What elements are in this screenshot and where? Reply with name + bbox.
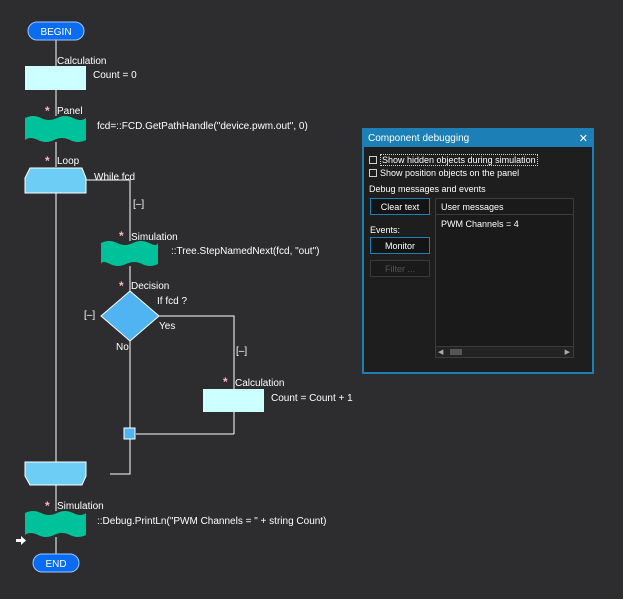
loop-block[interactable]: * Loop While fcd [–]: [24, 154, 144, 210]
debug-title: Component debugging: [368, 133, 470, 144]
sim1-title: Simulation: [131, 232, 178, 243]
filter-button[interactable]: Filter ...: [370, 260, 430, 277]
decision-title: Decision: [131, 281, 169, 292]
show-position-label: Show position objects on the panel: [380, 168, 520, 178]
sim2-code: ::Debug.PrintLn("PWM Channels = " + stri…: [97, 516, 326, 527]
calculation-block-1[interactable]: Calculation Count = 0: [25, 56, 137, 90]
monitor-button[interactable]: Monitor: [370, 237, 430, 254]
end-label: END: [45, 559, 66, 570]
begin-label: BEGIN: [40, 27, 71, 38]
panel-code: fcd=::FCD.GetPathHandle("device.pwm.out"…: [97, 121, 308, 132]
panel-block[interactable]: * Panel fcd=::FCD.GetPathHandle("device.…: [25, 104, 308, 142]
end-terminal[interactable]: END: [32, 553, 80, 573]
sim2-title: Simulation: [57, 501, 104, 512]
panel-title: Panel: [57, 106, 83, 117]
calc2-code: Count = Count + 1: [271, 393, 353, 404]
show-hidden-checkbox[interactable]: [369, 156, 377, 164]
execution-pointer-icon: [16, 536, 26, 545]
calc2-title: Calculation: [235, 378, 284, 389]
debug-titlebar[interactable]: Component debugging ✕: [364, 130, 592, 147]
events-label: Events:: [370, 225, 401, 235]
close-icon[interactable]: ✕: [579, 132, 588, 145]
calc1-code: Count = 0: [93, 70, 137, 81]
component-debugging-panel: Component debugging ✕ Show hidden object…: [362, 128, 594, 374]
loop-code: While fcd: [94, 172, 135, 183]
decision-star-icon: *: [119, 279, 124, 293]
message-line: PWM Channels = 4: [441, 219, 519, 229]
loop-title: Loop: [57, 156, 80, 167]
scroll-thumb[interactable]: [450, 349, 462, 355]
scroll-left-icon[interactable]: ◀: [438, 348, 443, 356]
calculation-block-2[interactable]: * Calculation Count = Count + 1: [203, 375, 353, 412]
simulation-block-1[interactable]: * Simulation ::Tree.StepNamedNext(fcd, "…: [101, 229, 319, 266]
decision-block[interactable]: * Decision If fcd ? Yes No [–] [–]: [84, 279, 247, 357]
simulation-block-2[interactable]: * Simulation ::Debug.PrintLn("PWM Channe…: [25, 499, 326, 537]
calc1-title: Calculation: [57, 56, 106, 67]
horizontal-scrollbar[interactable]: ◀ ▶: [436, 346, 573, 357]
sim2-star-icon: *: [45, 499, 50, 513]
user-messages-header: User messages: [436, 199, 573, 215]
loop-collapse-toggle[interactable]: [–]: [133, 199, 144, 210]
show-hidden-checkbox-row[interactable]: Show hidden objects during simulation: [369, 154, 538, 166]
calc2-star-icon: *: [223, 375, 228, 389]
decision-code: If fcd ?: [157, 296, 187, 307]
show-position-checkbox-row[interactable]: Show position objects on the panel: [369, 168, 519, 178]
show-position-checkbox[interactable]: [369, 169, 377, 177]
begin-terminal[interactable]: BEGIN: [27, 21, 85, 41]
scroll-right-icon[interactable]: ▶: [565, 348, 570, 356]
decision-collapse-left-toggle[interactable]: [–]: [84, 310, 95, 321]
decision-yes-label: Yes: [159, 321, 175, 332]
decision-no-label: No: [116, 342, 129, 353]
flowchart-canvas: BEGIN Calculation Count = 0 * Panel fcd=…: [16, 21, 353, 573]
clear-text-button[interactable]: Clear text: [370, 198, 430, 215]
loop-star-icon: *: [45, 154, 50, 168]
sim1-star-icon: *: [119, 229, 124, 243]
junction-node: [123, 427, 136, 440]
loop-end-block[interactable]: [24, 461, 87, 486]
show-hidden-label: Show hidden objects during simulation: [380, 154, 538, 166]
sim1-code: ::Tree.StepNamedNext(fcd, "out"): [171, 246, 319, 257]
user-messages-box[interactable]: User messages PWM Channels = 4 ◀ ▶: [435, 198, 574, 358]
panel-star-icon: *: [45, 104, 50, 118]
debug-section-title: Debug messages and events: [369, 184, 486, 194]
decision-collapse-right-toggle[interactable]: [–]: [236, 346, 247, 357]
